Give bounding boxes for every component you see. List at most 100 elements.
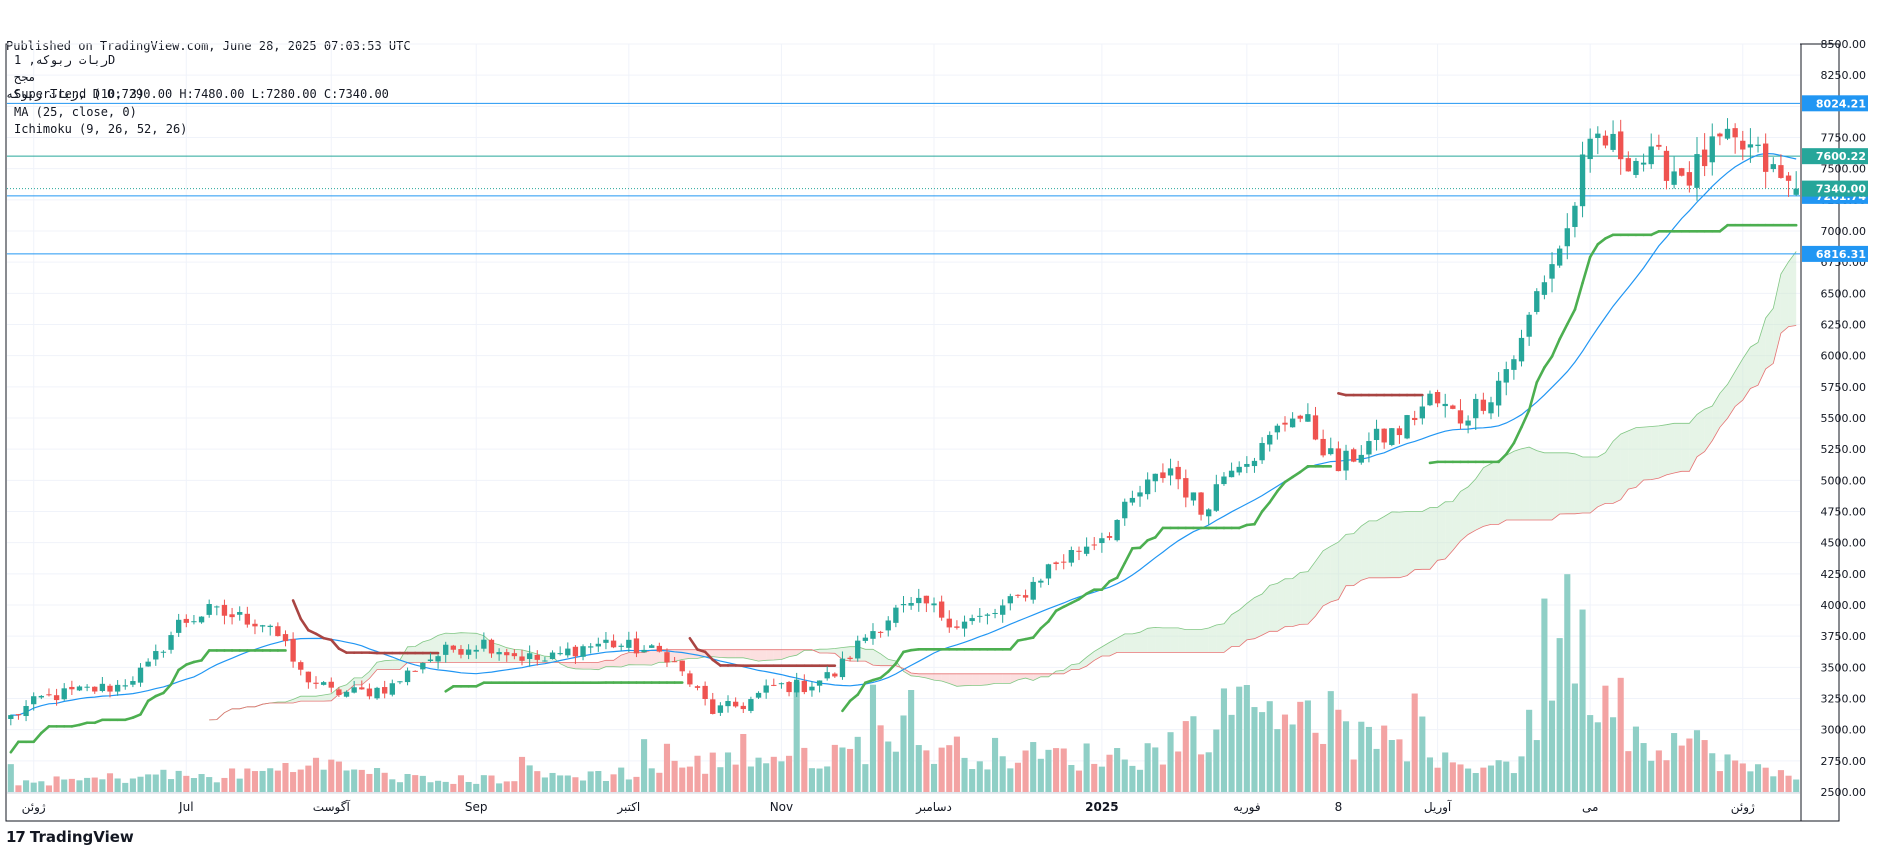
footer-brand-text: TradingView (29, 828, 134, 846)
volume-bar (366, 773, 373, 792)
volume-bar (1747, 771, 1754, 792)
volume-bar (137, 776, 144, 792)
candle (885, 616, 891, 637)
volume-bar (442, 781, 449, 792)
candle-body (38, 695, 45, 698)
candle (1373, 419, 1380, 451)
candle-body (1549, 264, 1555, 279)
candle-body (382, 687, 388, 694)
candle (1274, 423, 1281, 440)
candle (893, 604, 899, 628)
volume-bar (641, 739, 648, 792)
candle (877, 630, 884, 638)
candle-body (31, 696, 37, 705)
candle (618, 643, 624, 651)
candle (214, 605, 220, 616)
candle (1015, 594, 1021, 599)
volume-bar (885, 741, 892, 792)
volume-bar (396, 782, 403, 792)
supertrend-segment (1565, 308, 1577, 326)
candle-body (748, 699, 754, 711)
volume-bar (541, 777, 548, 792)
candle-body (641, 649, 647, 653)
price-tick-label: 7500.00 (1821, 163, 1867, 176)
candle-body (877, 631, 884, 633)
time-axis[interactable]: ژوئن Jul آگوست Sep اکتبر Nov دسامبر 2025 فوریه 8 آ… (7, 792, 1800, 815)
legend-ichimoku[interactable]: Ichimoku (9, 26, 52, 26) (14, 121, 187, 138)
legend-supertrend[interactable]: SuperTrend (10, 3) (14, 86, 187, 103)
candle-body (1007, 596, 1013, 604)
cloud-segment (949, 673, 957, 687)
supertrend-segment (1153, 526, 1165, 539)
candle-body (1244, 463, 1250, 467)
volume-bar (15, 785, 22, 792)
volume-bar (1342, 721, 1350, 792)
volume-bar (1716, 771, 1723, 792)
volume-bar (1083, 743, 1090, 792)
candle (572, 645, 579, 664)
volume-bar (1381, 725, 1388, 792)
cloud-segment (1254, 594, 1263, 639)
candle (748, 696, 754, 714)
volume-bar (610, 774, 617, 792)
candle-body (1724, 128, 1731, 139)
candle (221, 599, 228, 625)
cloud-segment (1758, 318, 1766, 386)
candle-body (1480, 399, 1487, 411)
cloud-segment (1315, 550, 1324, 617)
candle-body (526, 653, 533, 659)
candle-body (1190, 492, 1197, 501)
cloud-segment (682, 649, 690, 660)
volume-bar (30, 782, 37, 792)
candle (130, 676, 136, 688)
volume-bar (1266, 701, 1273, 792)
candle-body (1122, 501, 1128, 519)
cloud-segment (361, 671, 370, 685)
candle-body (1671, 171, 1677, 185)
footer-brand[interactable]: 17 TradingView (6, 828, 134, 846)
cloud-segment (1147, 627, 1156, 653)
volume-bar (358, 769, 365, 792)
candle-body (740, 705, 746, 710)
cloud-segment (712, 649, 721, 658)
legend-ma[interactable]: MA (25, close, 0) (14, 104, 187, 121)
candle-body (1358, 454, 1364, 463)
cloud-segment (1170, 627, 1179, 653)
candle-body (1381, 428, 1387, 443)
price-chart[interactable]: 2500.00 2750.00 3000.00 3250.00 3500.00 3750.… (0, 0, 1878, 858)
volume-bar (1426, 757, 1434, 792)
candle (237, 606, 243, 621)
volume-bar (488, 775, 495, 792)
volume-bar (663, 743, 671, 792)
candle-body (1022, 595, 1029, 598)
candle (1419, 395, 1425, 425)
volume-bar (564, 775, 571, 792)
volume-bar (1793, 779, 1800, 792)
candle (1289, 412, 1296, 428)
candle (1724, 118, 1731, 141)
candle-body (809, 686, 815, 691)
candle (702, 681, 708, 706)
candle-body (275, 626, 281, 637)
candle-body (1251, 460, 1258, 467)
cloud-segment (1750, 342, 1759, 389)
candle-body (671, 661, 678, 663)
volume-bar (625, 779, 632, 792)
candle-body (412, 670, 418, 672)
candle (1427, 390, 1433, 407)
cloud-segment (1674, 423, 1682, 473)
legend-symbol[interactable]: ربات ربوکه, 1D (14, 52, 187, 69)
time-tick-label: ژوئن (1731, 800, 1755, 815)
price-level-label: 7600.22 (1816, 150, 1866, 163)
candle (1679, 167, 1685, 177)
volume-bar (457, 775, 465, 792)
candle-body (923, 595, 930, 604)
candle (801, 674, 807, 695)
cloud-segment (1086, 651, 1095, 667)
cloud-segment (1338, 534, 1347, 600)
cloud-segment (407, 646, 416, 663)
volume-bar (152, 774, 159, 792)
volume-bar (1243, 685, 1250, 792)
volume-bar (953, 736, 960, 792)
candle (1114, 519, 1120, 542)
